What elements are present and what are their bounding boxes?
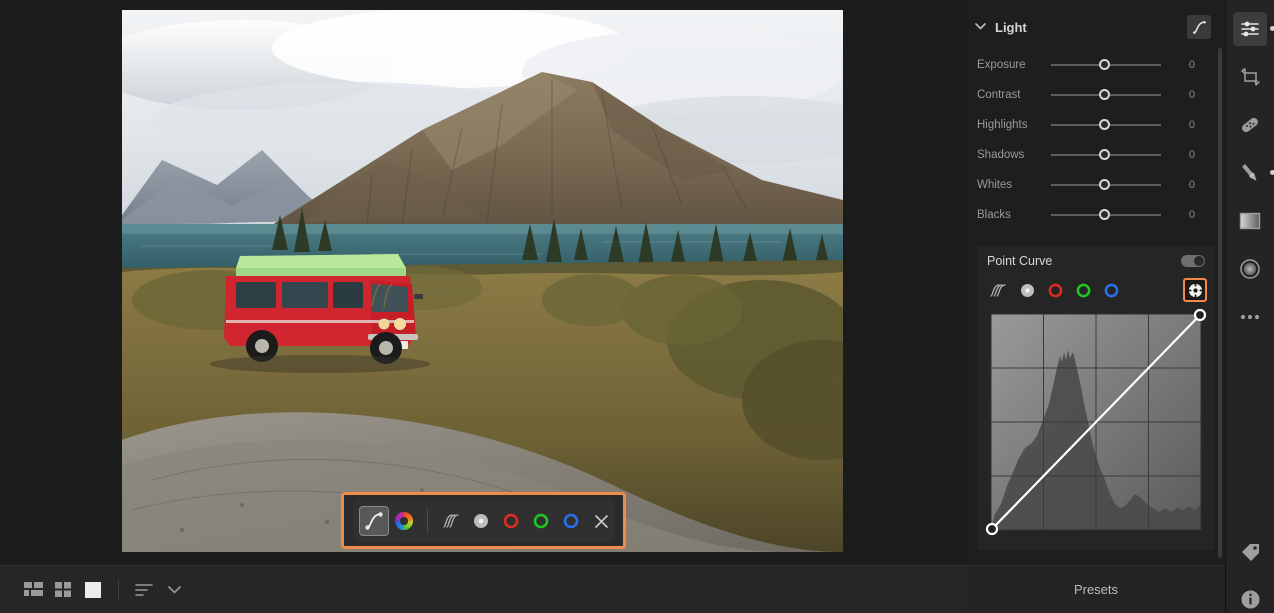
bottom-toolbar: Fit Fill 1:1 xyxy=(0,565,967,613)
slider-value[interactable]: 0 xyxy=(1161,119,1195,131)
slider-highlights[interactable]: Highlights 0 xyxy=(977,110,1211,140)
point-curve-panel: Point Curve xyxy=(977,246,1215,550)
slider-label: Blacks xyxy=(977,209,1011,221)
status-dot xyxy=(1270,170,1274,175)
grid-view-icon[interactable] xyxy=(18,575,48,605)
slider-value[interactable]: 0 xyxy=(1161,59,1195,71)
tone-curve-tool[interactable] xyxy=(359,506,389,536)
slider-track-blacks[interactable] xyxy=(1051,205,1161,225)
slider-knob[interactable] xyxy=(1099,149,1110,160)
slider-track-highlights[interactable] xyxy=(1051,115,1161,135)
toolbar-divider xyxy=(427,508,428,534)
slider-blacks[interactable]: Blacks 0 xyxy=(977,200,1211,230)
more-options-icon[interactable] xyxy=(1233,300,1267,334)
parametric-curve-icon[interactable] xyxy=(985,277,1013,303)
panel-scrollbar[interactable] xyxy=(1218,48,1222,558)
light-section-title: Light xyxy=(995,19,1027,35)
status-dot xyxy=(1270,26,1274,31)
chevron-down-icon[interactable] xyxy=(975,21,989,33)
blue-channel-tool[interactable] xyxy=(556,506,586,536)
tool-rail xyxy=(1225,0,1274,613)
point-curve-header: Point Curve xyxy=(977,246,1215,276)
slider-label: Exposure xyxy=(977,59,1026,71)
tone-curve-icon[interactable] xyxy=(1187,15,1211,39)
slider-value[interactable]: 0 xyxy=(1161,149,1195,161)
toggle-knob xyxy=(1194,256,1204,266)
green-channel-icon[interactable] xyxy=(1069,277,1097,303)
info-icon[interactable] xyxy=(1233,582,1267,613)
right-edit-panel: Light Exposure 0 Contrast 0 Highlights 0… xyxy=(967,0,1225,613)
targeted-adjustment-icon[interactable] xyxy=(1183,278,1207,302)
red-channel-icon[interactable] xyxy=(1041,277,1069,303)
slider-label: Highlights xyxy=(977,119,1028,131)
point-curve-title: Point Curve xyxy=(987,254,1053,268)
light-sliders: Exposure 0 Contrast 0 Highlights 0 Shado… xyxy=(967,44,1225,240)
tone-curve-graph[interactable] xyxy=(985,308,1207,536)
rgb-channel-icon[interactable] xyxy=(1013,277,1041,303)
slider-track-exposure[interactable] xyxy=(1051,55,1161,75)
slider-exposure[interactable]: Exposure 0 xyxy=(977,50,1211,80)
slider-track-shadows[interactable] xyxy=(1051,145,1161,165)
slider-track-whites[interactable] xyxy=(1051,175,1161,195)
slider-label: Contrast xyxy=(977,89,1021,101)
sort-icon[interactable] xyxy=(129,575,159,605)
slider-value[interactable]: 0 xyxy=(1161,209,1195,221)
radial-gradient-icon[interactable] xyxy=(1233,252,1267,286)
parametric-curve-tool[interactable] xyxy=(436,506,466,536)
slider-knob[interactable] xyxy=(1099,209,1110,220)
single-photo-view-icon[interactable] xyxy=(78,575,108,605)
linear-gradient-icon[interactable] xyxy=(1233,204,1267,238)
slider-knob[interactable] xyxy=(1099,59,1110,70)
light-section-header[interactable]: Light xyxy=(967,10,1225,44)
tag-icon[interactable] xyxy=(1233,534,1267,568)
view-mode-group xyxy=(0,575,189,605)
chevron-down-icon[interactable] xyxy=(159,575,189,605)
crop-icon[interactable] xyxy=(1233,60,1267,94)
green-channel-tool[interactable] xyxy=(526,506,556,536)
photo-editor-app: Fit Fill 1:1 Light xyxy=(0,0,1274,613)
slider-label: Shadows xyxy=(977,149,1025,161)
curve-channel-row xyxy=(977,276,1215,304)
canvas-area xyxy=(0,0,967,565)
square-grid-view-icon[interactable] xyxy=(48,575,78,605)
slider-knob[interactable] xyxy=(1099,119,1110,130)
rgb-channel-tool[interactable] xyxy=(466,506,496,536)
close-icon[interactable] xyxy=(586,506,616,536)
slider-value[interactable]: 0 xyxy=(1161,89,1195,101)
panel-scroll-region: Light Exposure 0 Contrast 0 Highlights 0… xyxy=(967,0,1225,560)
slider-knob[interactable] xyxy=(1099,89,1110,100)
slider-whites[interactable]: Whites 0 xyxy=(977,170,1211,200)
slider-value[interactable]: 0 xyxy=(1161,179,1195,191)
color-wheel-tool[interactable] xyxy=(389,506,419,536)
slider-knob[interactable] xyxy=(1099,179,1110,190)
presets-label: Presets xyxy=(1073,582,1119,597)
brush-icon[interactable] xyxy=(1233,156,1274,190)
floating-curve-toolbar-highlight xyxy=(341,492,626,549)
healing-brush-icon[interactable] xyxy=(1233,108,1267,142)
slider-shadows[interactable]: Shadows 0 xyxy=(977,140,1211,170)
floating-curve-toolbar xyxy=(353,500,615,542)
red-channel-tool[interactable] xyxy=(496,506,526,536)
blue-channel-icon[interactable] xyxy=(1097,277,1125,303)
toolbar-divider xyxy=(118,578,119,601)
photo-preview[interactable] xyxy=(122,10,843,552)
slider-track-contrast[interactable] xyxy=(1051,85,1161,105)
edit-sliders-icon[interactable] xyxy=(1233,12,1274,46)
slider-label: Whites xyxy=(977,179,1013,191)
slider-contrast[interactable]: Contrast 0 xyxy=(977,80,1211,110)
point-curve-toggle[interactable] xyxy=(1181,255,1205,267)
presets-button[interactable]: Presets xyxy=(967,565,1225,613)
